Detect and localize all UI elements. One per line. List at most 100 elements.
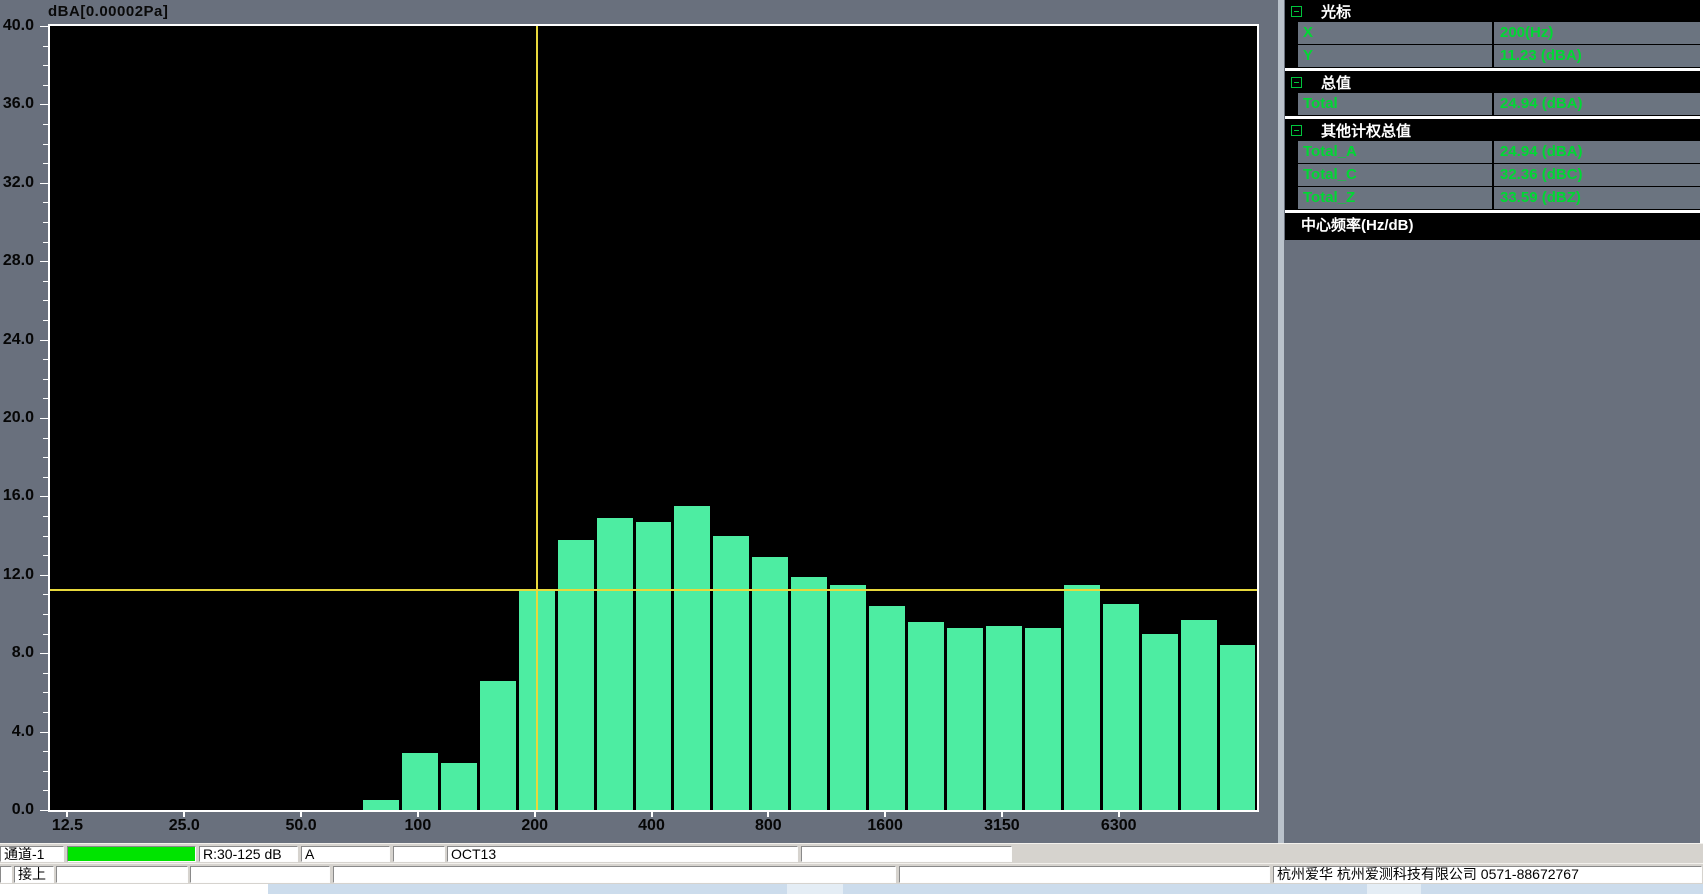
spectrum-bar-250hz[interactable] <box>558 540 594 810</box>
spectrum-bar-125hz[interactable] <box>441 763 477 810</box>
y-axis-tick <box>40 104 48 105</box>
panel-row-y[interactable]: Y11.23 (dBA) <box>1285 45 1700 67</box>
status-cell-channel-color[interactable] <box>67 846 196 862</box>
status-cell-link-state: 接上 <box>14 866 54 883</box>
spectrum-bar-500hz[interactable] <box>674 506 710 810</box>
x-axis-tick-label: 100 <box>373 817 463 835</box>
panel-section-header[interactable]: 光标 <box>1285 0 1700 22</box>
bottom-strip-light-seg-2 <box>1367 884 1421 894</box>
panel-row-total_a[interactable]: Total_A24.94 (dBA) <box>1285 141 1700 163</box>
spectrum-bar-1000hz[interactable] <box>791 577 827 810</box>
spectrum-bar-100hz[interactable] <box>402 753 438 810</box>
panel-section-header[interactable]: 其他计权总值 <box>1285 119 1700 141</box>
panel-row-x[interactable]: X200(Hz) <box>1285 22 1700 44</box>
y-axis-tick <box>40 183 48 184</box>
cursor-vertical-line[interactable] <box>536 26 538 810</box>
y-axis-tick <box>40 732 48 733</box>
panel-section-title: 中心频率(Hz/dB) <box>1301 214 1414 235</box>
spectrum-bar-12500hz[interactable] <box>1220 645 1256 810</box>
x-axis-tick-label: 3150 <box>957 817 1047 835</box>
spectrum-bar-3150hz[interactable] <box>986 626 1022 810</box>
spectrum-bar-4000hz[interactable] <box>1025 628 1061 810</box>
row-indent <box>1285 187 1298 209</box>
spectrum-bar-315hz[interactable] <box>597 518 633 810</box>
row-indent <box>1285 93 1298 115</box>
row-indent <box>1285 22 1298 44</box>
panel-section-title: 总值 <box>1321 72 1351 93</box>
spectrum-bar-8000hz[interactable] <box>1142 634 1178 810</box>
y-axis-tick-label: 20.0 <box>0 409 34 427</box>
chart-title: dBA[0.00002Pa] <box>48 3 168 20</box>
spectrum-bar-10000hz[interactable] <box>1181 620 1217 810</box>
status-cell-weighting: A <box>301 846 390 862</box>
y-axis-tick <box>40 261 48 262</box>
status-cell-empty-0 <box>0 866 12 883</box>
row-indent <box>1285 45 1298 67</box>
collapse-minus-icon[interactable] <box>1291 125 1302 136</box>
y-axis-tick-label: 4.0 <box>0 723 34 741</box>
y-axis-tick-label: 40.0 <box>0 17 34 35</box>
x-axis-tick-label: 800 <box>723 817 813 835</box>
status-bar-2: 接上杭州爱华 杭州爱测科技有限公司 0571-88672767 <box>0 863 1703 884</box>
property-grid: 光标X200(Hz)Y11.23 (dBA)总值Total24.94 (dBA)… <box>1285 0 1700 240</box>
panel-row-value: 11.23 (dBA) <box>1494 45 1700 67</box>
y-axis-tick <box>40 575 48 576</box>
x-axis-tick-label: 6300 <box>1074 817 1164 835</box>
status-bar-1: 通道-1R:30-125 dBAOCT13 <box>0 843 1703 863</box>
bottom-strip-light-seg-1 <box>787 884 843 894</box>
status-cell-empty-2 <box>801 846 1012 862</box>
status-cell-mode: OCT13 <box>447 846 798 862</box>
spectrum-bar-400hz[interactable] <box>636 522 672 810</box>
status-cell-channel: 通道-1 <box>0 846 64 862</box>
y-axis-tick-label: 28.0 <box>0 252 34 270</box>
panel-row-value: 32.36 (dBC) <box>1494 164 1700 186</box>
panel-row-label: Y <box>1298 45 1492 67</box>
x-axis-tick-label: 1600 <box>840 817 930 835</box>
x-axis-tick-label: 50.0 <box>256 817 346 835</box>
x-axis-tick-label: 400 <box>607 817 697 835</box>
y-axis-tick <box>40 496 48 497</box>
panel-section-header[interactable]: 总值 <box>1285 71 1700 93</box>
window-bottom-strip <box>0 884 1703 894</box>
spectrum-bar-160hz[interactable] <box>480 681 516 810</box>
panel-row-total[interactable]: Total24.94 (dBA) <box>1285 93 1700 115</box>
x-axis-tick-label: 12.5 <box>22 817 112 835</box>
y-axis-tick-label: 12.0 <box>0 566 34 584</box>
results-panel: 光标X200(Hz)Y11.23 (dBA)总值Total24.94 (dBA)… <box>1285 0 1700 843</box>
spectrum-chart: dBA[0.00002Pa] 40.036.032.028.024.020.01… <box>0 0 1282 843</box>
spectrum-bar-2500hz[interactable] <box>947 628 983 810</box>
panel-splitter[interactable] <box>1278 0 1284 843</box>
x-axis-tick-label: 25.0 <box>139 817 229 835</box>
panel-row-total_c[interactable]: Total_C32.36 (dBC) <box>1285 164 1700 186</box>
y-axis-tick-label: 16.0 <box>0 487 34 505</box>
spectrum-bar-2000hz[interactable] <box>908 622 944 810</box>
collapse-minus-icon[interactable] <box>1291 77 1302 88</box>
spectrum-bar-1250hz[interactable] <box>830 585 866 810</box>
y-axis-tick-label: 32.0 <box>0 174 34 192</box>
panel-row-value: 33.59 (dBZ) <box>1494 187 1700 209</box>
collapse-minus-icon[interactable] <box>1291 6 1302 17</box>
cursor-horizontal-line[interactable] <box>50 589 1257 591</box>
status-cell-empty-4 <box>899 866 1270 883</box>
panel-row-value: 200(Hz) <box>1494 22 1700 44</box>
y-axis-tick-label: 8.0 <box>0 644 34 662</box>
row-indent <box>1285 141 1298 163</box>
y-axis-tick-label: 36.0 <box>0 95 34 113</box>
y-axis-tick <box>40 418 48 419</box>
panel-row-label: Total_Z <box>1298 187 1492 209</box>
spectrum-bar-5000hz[interactable] <box>1064 585 1100 810</box>
spectrum-bar-6300hz[interactable] <box>1103 604 1139 810</box>
panel-row-value: 24.94 (dBA) <box>1494 141 1700 163</box>
panel-section-header[interactable]: 中心频率(Hz/dB) <box>1285 213 1700 235</box>
spectrum-bar-1600hz[interactable] <box>869 606 905 810</box>
plot-area[interactable] <box>48 24 1259 812</box>
spectrum-bar-800hz[interactable] <box>752 557 788 810</box>
status-cell-empty-1 <box>56 866 188 883</box>
app-window: dBA[0.00002Pa] 40.036.032.028.024.020.01… <box>0 0 1703 894</box>
panel-row-total_z[interactable]: Total_Z33.59 (dBZ) <box>1285 187 1700 209</box>
spectrum-bar-630hz[interactable] <box>713 536 749 810</box>
panel-row-label: Total <box>1298 93 1492 115</box>
spectrum-bar-80hz[interactable] <box>363 800 399 810</box>
panel-section-title: 光标 <box>1321 1 1351 22</box>
panel-row-value: 24.94 (dBA) <box>1494 93 1700 115</box>
